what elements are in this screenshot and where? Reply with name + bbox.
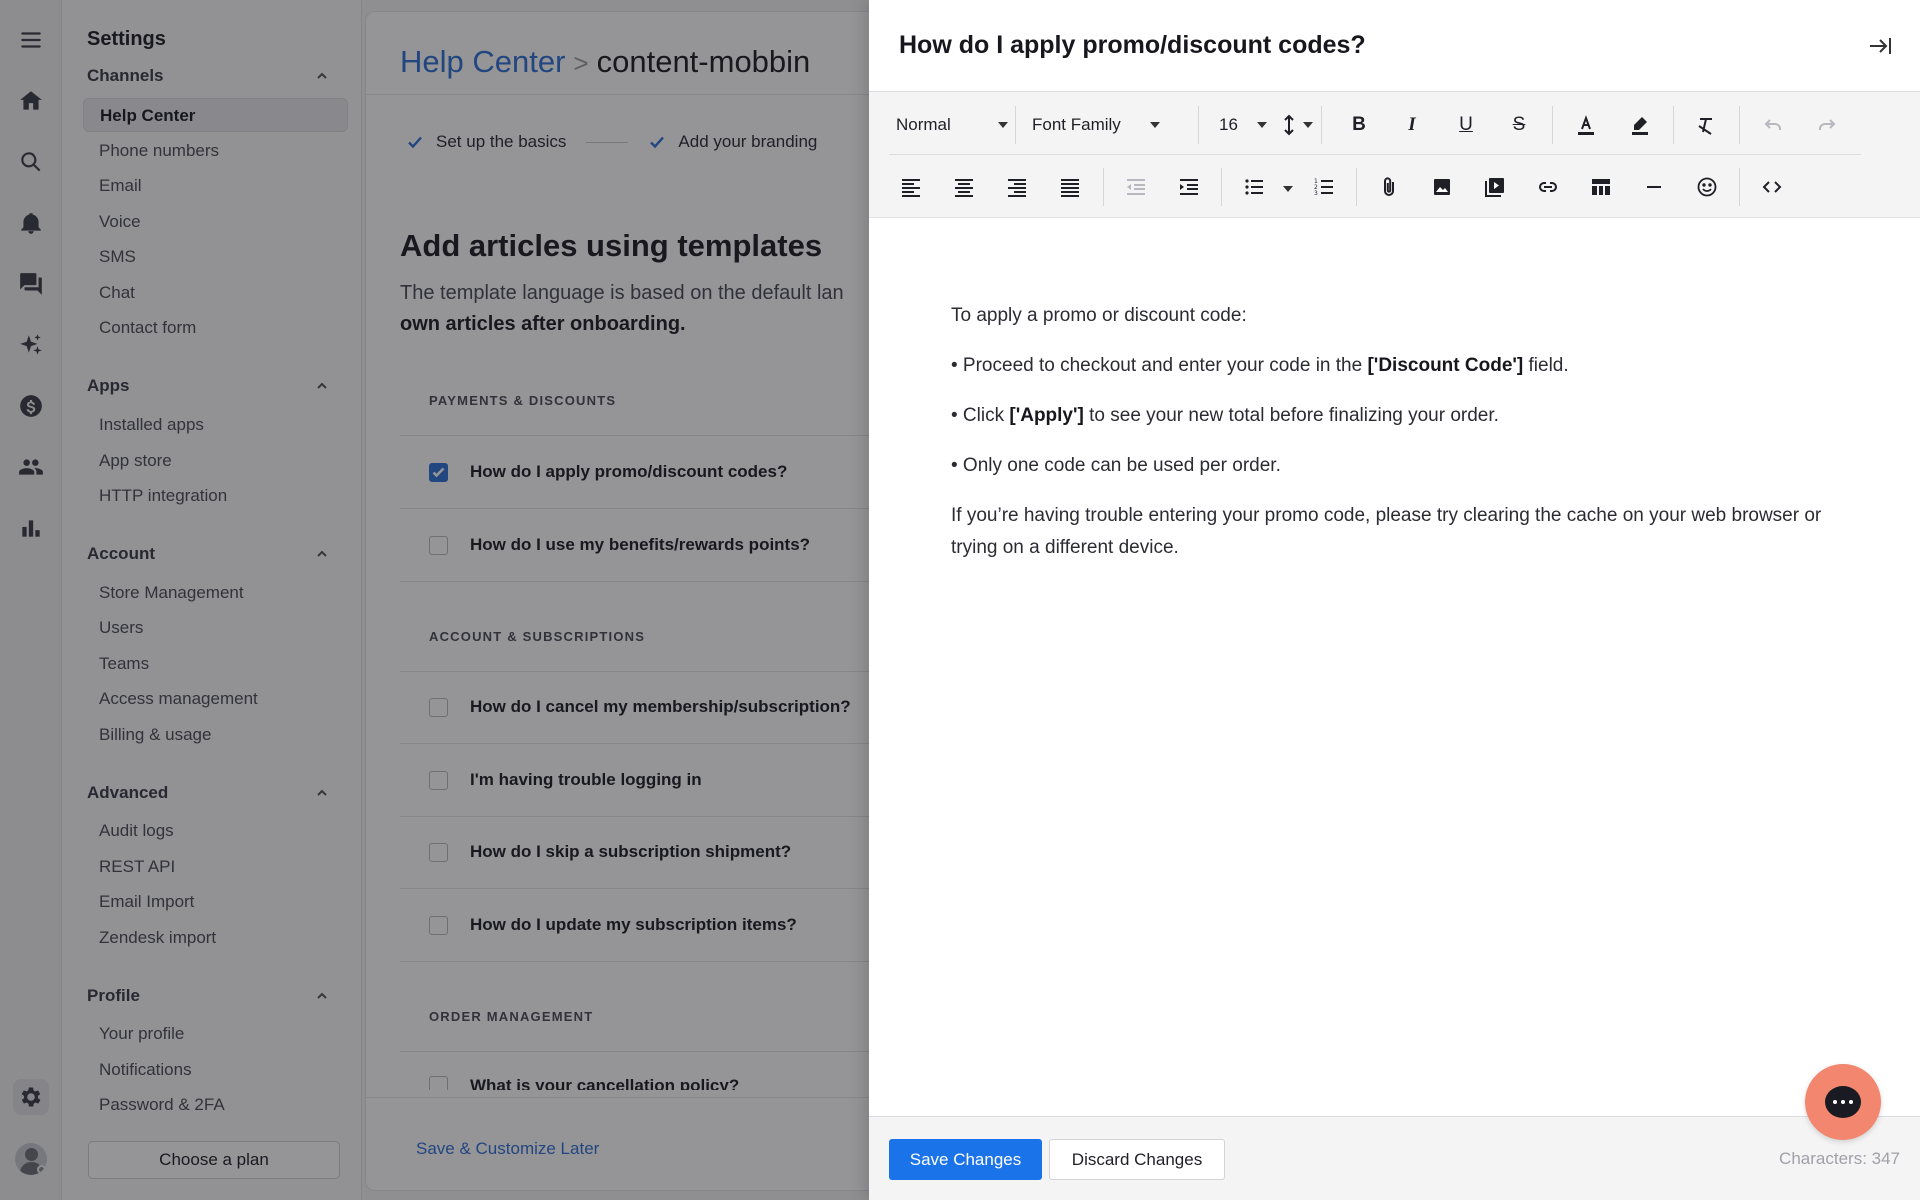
table-icon[interactable]: [1586, 172, 1616, 202]
body-bullet-1: • Proceed to checkout and enter your cod…: [951, 355, 1569, 376]
font-family-select[interactable]: Font Family: [1032, 112, 1160, 138]
numbered-list-icon[interactable]: 123: [1309, 172, 1339, 202]
align-justify-icon[interactable]: [1055, 172, 1085, 202]
link-icon[interactable]: [1533, 172, 1563, 202]
caret-down-icon: [1283, 186, 1293, 192]
text-color-icon[interactable]: [1571, 110, 1601, 140]
code-view-icon[interactable]: [1757, 172, 1787, 202]
caret-down-icon: [1150, 122, 1160, 128]
caret-down-icon: [998, 122, 1008, 128]
panel-footer: Save Changes Discard Changes Characters:…: [869, 1116, 1920, 1200]
caret-down-icon: [1257, 122, 1267, 128]
align-left-icon[interactable]: [896, 172, 926, 202]
body-intro: To apply a promo or discount code:: [951, 305, 1247, 326]
align-right-icon[interactable]: [1002, 172, 1032, 202]
collapse-panel-icon[interactable]: [1867, 33, 1893, 59]
attachment-icon[interactable]: [1374, 172, 1404, 202]
caret-down-icon: [1303, 122, 1313, 128]
image-icon[interactable]: [1427, 172, 1457, 202]
bold-icon[interactable]: B: [1344, 110, 1374, 140]
paragraph-style-select[interactable]: Normal: [896, 112, 1008, 138]
video-icon[interactable]: [1480, 172, 1510, 202]
discard-changes-button[interactable]: Discard Changes: [1049, 1139, 1225, 1180]
panel-title: How do I apply promo/discount codes?: [899, 31, 1366, 59]
outdent-icon[interactable]: [1121, 172, 1151, 202]
line-height-icon[interactable]: [1274, 110, 1304, 140]
clear-format-icon[interactable]: [1691, 110, 1721, 140]
undo-icon[interactable]: [1758, 110, 1788, 140]
underline-icon[interactable]: U: [1451, 110, 1481, 140]
body-outro: If you’re having trouble entering your p…: [951, 505, 1822, 558]
modal-overlay[interactable]: [0, 0, 869, 1200]
horizontal-rule-icon[interactable]: [1639, 172, 1669, 202]
indent-icon[interactable]: [1174, 172, 1204, 202]
strikethrough-icon[interactable]: S: [1504, 110, 1534, 140]
svg-text:3: 3: [1314, 190, 1318, 197]
article-body-editor[interactable]: To apply a promo or discount code: • Pro…: [951, 300, 1851, 582]
bullet-list-icon[interactable]: [1239, 172, 1269, 202]
chat-bubble-icon: [1825, 1086, 1861, 1118]
body-bullet-2: • Click ['Apply'] to see your new total …: [951, 405, 1499, 426]
bullet-style-dropdown[interactable]: [1281, 176, 1293, 202]
chat-launcher-button[interactable]: [1805, 1064, 1881, 1140]
redo-icon[interactable]: [1812, 110, 1842, 140]
font-size-select[interactable]: 16: [1219, 112, 1267, 138]
align-center-icon[interactable]: [949, 172, 979, 202]
emoji-icon[interactable]: [1692, 172, 1722, 202]
highlight-icon[interactable]: [1625, 110, 1655, 140]
line-height-dropdown[interactable]: [1301, 112, 1313, 138]
body-bullet-3: • Only one code can be used per order.: [951, 455, 1281, 476]
editor-toolbar: Normal Font Family 16 B I U S 123: [869, 91, 1920, 218]
article-editor-panel: How do I apply promo/discount codes? Nor…: [869, 0, 1920, 1200]
save-changes-button[interactable]: Save Changes: [889, 1139, 1042, 1180]
character-count: Characters: 347: [1779, 1149, 1900, 1168]
italic-icon[interactable]: I: [1397, 110, 1427, 140]
